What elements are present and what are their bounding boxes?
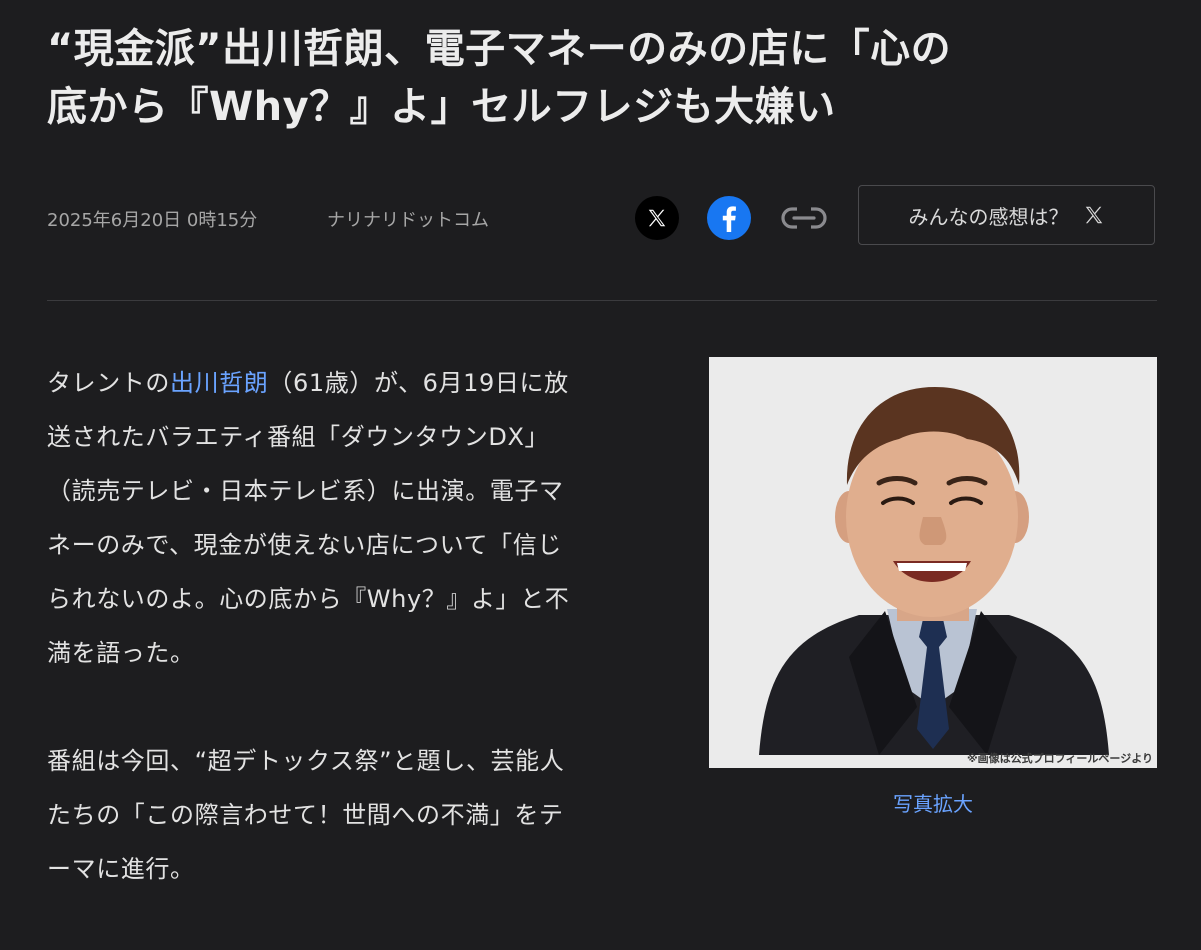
paragraph-1-line-2: 送されたバラエティ番組「ダウンタウンDX」 — [47, 423, 550, 451]
reactions-label: みんなの感想は？ — [908, 204, 1069, 229]
header-divider — [47, 300, 1157, 301]
text-line1-rest: （61歳）が、6月19日に放 — [268, 369, 569, 397]
paragraph-2-line-2: たちの「この際言わせて！世間への不満」をテ — [47, 801, 564, 829]
headline-line-1: “現金派”出川哲朗、電子マネーのみの店に「心の — [47, 26, 952, 72]
paragraph-1: タレントの出川哲朗（61歳）が、6月19日に放 送されたバラエティ番組「ダウンタ… — [47, 356, 662, 680]
paragraph-1-line-4: ネーのみで、現金が使えない店について「信じ — [47, 531, 562, 559]
paragraph-2-line-1: 番組は今回、“超デトックス祭”と題し、芸能人 — [47, 747, 565, 775]
x-logo-icon — [648, 209, 666, 227]
facebook-logo-icon — [722, 206, 736, 232]
headline-line-2: 底から『Why？』よ」セルフレジも大嫌い — [47, 84, 836, 130]
link-icon — [781, 207, 827, 229]
person-link-degawa[interactable]: 出川哲朗 — [170, 369, 268, 397]
photo-enlarge-link[interactable]: 写真拡大 — [709, 788, 1157, 817]
paragraph-1-line-5: られないのよ。心の底から『Why？』よ」と不 — [47, 585, 570, 613]
paragraph-1-line-3: （読売テレビ・日本テレビ系）に出演。電子マ — [47, 477, 564, 505]
paragraph-2: 番組は今回、“超デトックス祭”と題し、芸能人 たちの「この際言わせて！世間への不… — [47, 734, 662, 896]
share-x-button[interactable] — [635, 196, 679, 240]
article-photo[interactable]: ※画像は公式プロフィールページより — [709, 357, 1157, 768]
text-prefix: タレントの — [47, 369, 170, 397]
article-headline: “現金派”出川哲朗、電子マネーのみの店に「心の 底から『Why？』よ」セルフレジ… — [47, 20, 1157, 136]
paragraph-1-line-6: 満を語った。 — [47, 639, 195, 667]
publish-date: 2025年6月20日 0時15分 — [47, 210, 258, 231]
article-body: タレントの出川哲朗（61歳）が、6月19日に放 送されたバラエティ番組「ダウンタ… — [47, 356, 662, 950]
paragraph-1-line-1: タレントの出川哲朗（61歳）が、6月19日に放 — [47, 356, 662, 410]
x-logo-icon — [1083, 204, 1105, 226]
article-page: “現金派”出川哲朗、電子マネーのみの店に「心の 底から『Why？』よ」セルフレジ… — [0, 0, 1201, 900]
photo-credit: ※画像は公式プロフィールページより — [966, 752, 1153, 765]
reactions-button[interactable]: みんなの感想は？ — [858, 185, 1155, 245]
paragraph-2-line-3: ーマに進行。 — [47, 855, 195, 883]
copy-link-button[interactable] — [778, 196, 830, 240]
source-name[interactable]: ナリナリドットコム — [327, 206, 489, 232]
share-facebook-button[interactable] — [707, 196, 751, 240]
portrait-image — [709, 357, 1157, 768]
